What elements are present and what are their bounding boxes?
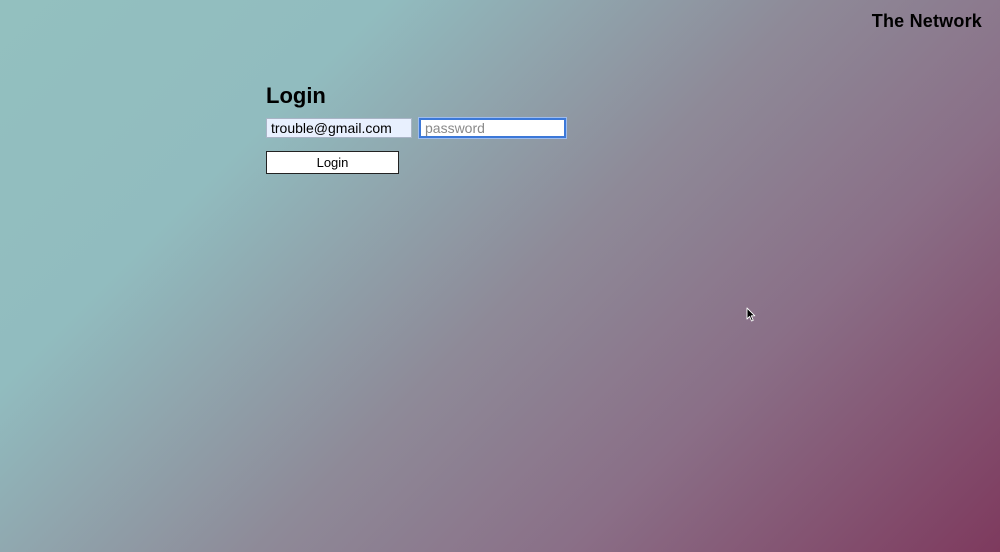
login-title: Login bbox=[266, 83, 326, 108]
login-form: Login Login bbox=[266, 82, 566, 174]
login-fields bbox=[266, 118, 566, 138]
mouse-pointer-icon bbox=[746, 307, 756, 322]
login-button[interactable]: Login bbox=[266, 151, 399, 174]
brand-title: The Network bbox=[871, 11, 982, 31]
email-field[interactable] bbox=[266, 118, 412, 138]
password-field[interactable] bbox=[419, 118, 566, 138]
